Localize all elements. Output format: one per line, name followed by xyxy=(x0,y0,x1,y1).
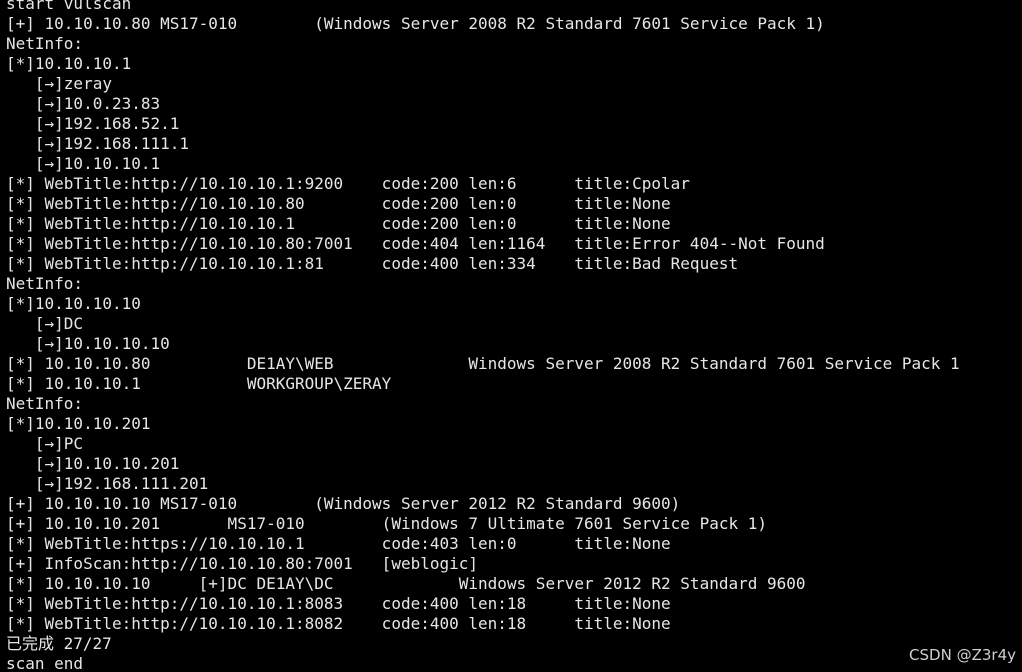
terminal-line: [*] WebTitle:http://10.10.10.1:9200 code… xyxy=(6,174,690,193)
terminal-line: [→]zeray xyxy=(6,74,112,93)
terminal-line: [→]10.10.10.1 xyxy=(6,154,161,173)
terminal-line: [*] WebTitle:http://10.10.10.1:81 code:4… xyxy=(6,254,739,273)
terminal-line: [+] 10.10.10.201 MS17-010 (Windows 7 Ult… xyxy=(6,514,767,533)
terminal-line: [→]10.10.10.10 xyxy=(6,334,170,353)
terminal-line: [*] WebTitle:https://10.10.10.1 code:403… xyxy=(6,534,671,553)
terminal-line: scan end xyxy=(6,654,84,672)
terminal-line: [*] 10.10.10.10 [+]DC DE1AY\DC Windows S… xyxy=(6,574,806,593)
terminal-line: 已完成 27/27 xyxy=(6,634,112,653)
terminal-line: [→]192.168.52.1 xyxy=(6,114,180,133)
terminal-window[interactable]: start vulscan [+] 10.10.10.80 MS17-010 (W… xyxy=(0,0,1022,672)
terminal-line: [+] 10.10.10.80 MS17-010 (Windows Server… xyxy=(6,14,825,33)
terminal-line: NetInfo: xyxy=(6,274,84,293)
terminal-line: [→]10.0.23.83 xyxy=(6,94,161,113)
terminal-line: NetInfo: xyxy=(6,394,84,413)
terminal-line: [*]10.10.10.10 xyxy=(6,294,141,313)
terminal-line: NetInfo: xyxy=(6,34,84,53)
terminal-line: [*] WebTitle:http://10.10.10.80:7001 cod… xyxy=(6,234,825,253)
terminal-line: [→]10.10.10.201 xyxy=(6,454,180,473)
terminal-line: [*]10.10.10.201 xyxy=(6,414,151,433)
terminal-line: [→]DC xyxy=(6,314,84,333)
terminal-line: [→]192.168.111.201 xyxy=(6,474,209,493)
csdn-watermark: CSDN @Z3r4y xyxy=(909,646,1016,664)
terminal-line: [*] WebTitle:http://10.10.10.1:8083 code… xyxy=(6,594,671,613)
terminal-output: start vulscan [+] 10.10.10.80 MS17-010 (W… xyxy=(6,0,960,672)
terminal-line: [+] 10.10.10.10 MS17-010 (Windows Server… xyxy=(6,494,681,513)
terminal-line: [*] 10.10.10.80 DE1AY\WEB Windows Server… xyxy=(6,354,960,373)
terminal-line: [→]192.168.111.1 xyxy=(6,134,190,153)
terminal-line: [*] WebTitle:http://10.10.10.1:8082 code… xyxy=(6,614,671,633)
terminal-line: [+] InfoScan:http://10.10.10.80:7001 [we… xyxy=(6,554,479,573)
terminal-line: start vulscan xyxy=(6,0,132,13)
terminal-line: [*] WebTitle:http://10.10.10.1 code:200 … xyxy=(6,214,671,233)
terminal-line: [→]PC xyxy=(6,434,84,453)
terminal-line: [*] WebTitle:http://10.10.10.80 code:200… xyxy=(6,194,671,213)
terminal-line: [*] 10.10.10.1 WORKGROUP\ZERAY xyxy=(6,374,392,393)
terminal-line: [*]10.10.10.1 xyxy=(6,54,132,73)
